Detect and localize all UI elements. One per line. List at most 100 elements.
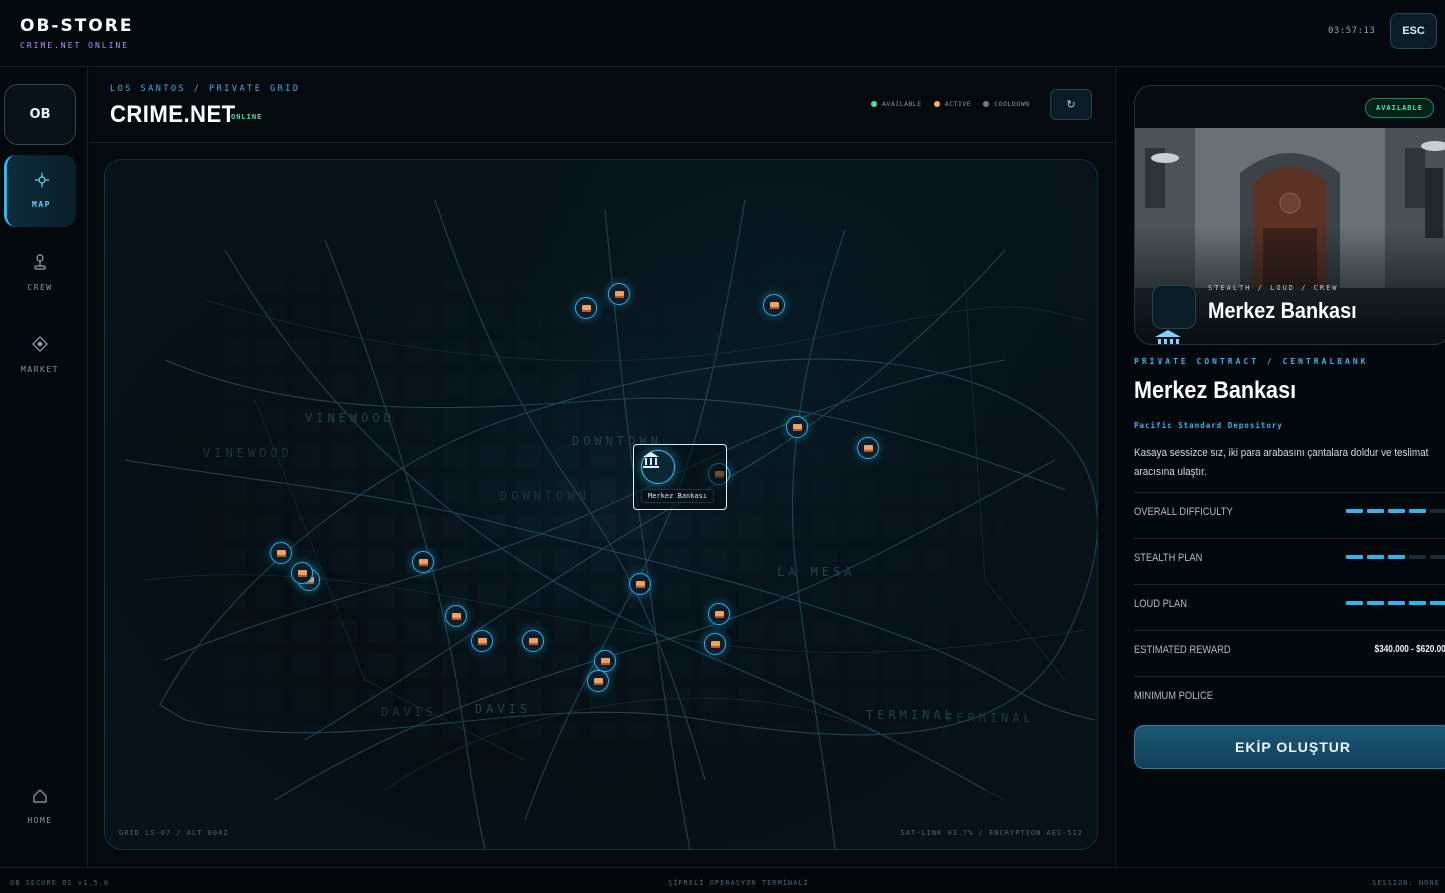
stat-label: ESTIMATED REWARD bbox=[1134, 644, 1231, 656]
status-dot-icon bbox=[871, 101, 877, 107]
map-background bbox=[105, 160, 1097, 849]
meter-segment bbox=[1346, 601, 1363, 605]
heist-description: Kasaya sessizce sız, iki para arabasını … bbox=[1134, 447, 1429, 478]
legend-cooldown: COOLDOWN bbox=[983, 100, 1029, 108]
clock: 03:57:13 bbox=[1328, 26, 1376, 36]
meter-segment bbox=[1367, 509, 1384, 513]
meter-segment bbox=[1367, 601, 1384, 605]
meter-segment bbox=[1430, 555, 1445, 559]
heist-marker[interactable] bbox=[704, 633, 726, 655]
chest-icon bbox=[614, 290, 624, 298]
stat-label: LOUD PLAN bbox=[1134, 598, 1188, 610]
brand: OB-STORE CRIME.NET ONLINE bbox=[20, 16, 133, 50]
stat-label: OVERALL DIFFICULTY bbox=[1134, 506, 1233, 518]
esc-button[interactable]: ESC bbox=[1390, 13, 1437, 49]
session-status: SESSION: NONE bbox=[1372, 879, 1440, 887]
meter-segment bbox=[1430, 509, 1445, 513]
heist-marker[interactable] bbox=[608, 283, 630, 305]
create-crew-button[interactable]: EKİP OLUŞTUR bbox=[1134, 725, 1445, 769]
chest-icon bbox=[769, 301, 779, 309]
meter-segment bbox=[1409, 509, 1426, 513]
sidebar-item-market[interactable]: MARKET bbox=[4, 319, 76, 391]
difficulty-meter bbox=[1346, 509, 1445, 513]
legend-active: ACTIVE bbox=[933, 100, 971, 108]
selected-heist-marker[interactable]: Merkez Bankası bbox=[633, 444, 727, 510]
chest-icon bbox=[714, 610, 724, 618]
heist-mode-tags: STEALTH / LOUD / CREW bbox=[1208, 284, 1339, 292]
meter-segment bbox=[1388, 509, 1405, 513]
home-icon bbox=[33, 789, 47, 806]
heist-marker[interactable] bbox=[594, 650, 616, 672]
main-area: LOS SANTOS / PRIVATE GRID CRIME.NET ONLI… bbox=[89, 67, 1114, 867]
map-link-readout: SAT-LINK 93.7% / ENCRYPTION AES-512 bbox=[900, 829, 1083, 837]
heist-marker[interactable] bbox=[522, 630, 544, 652]
meter-segment bbox=[1430, 601, 1445, 605]
heist-marker[interactable] bbox=[763, 294, 785, 316]
stealth-meter bbox=[1346, 555, 1445, 559]
sidebar-item-home[interactable]: HOME bbox=[4, 771, 76, 843]
sidebar-logo[interactable]: OB bbox=[4, 84, 76, 145]
chest-icon bbox=[528, 637, 538, 645]
meter-segment bbox=[1409, 555, 1426, 559]
top-bar: OB-STORE CRIME.NET ONLINE 03:57:13 ESC bbox=[0, 0, 1445, 67]
sidebar-item-crew[interactable]: CREW bbox=[4, 237, 76, 309]
heist-marker[interactable] bbox=[587, 670, 609, 692]
heist-marker[interactable] bbox=[412, 551, 434, 573]
selected-heist-label: Merkez Bankası bbox=[641, 489, 715, 503]
stat-label: MINIMUM POLICE bbox=[1134, 690, 1213, 702]
heist-title: Merkez Bankası bbox=[1134, 377, 1297, 404]
heist-subtitle: Pacific Standard Depository bbox=[1134, 421, 1283, 430]
terminal-label: ŞİFRELİ OPERASYON TERMİNALİ bbox=[668, 879, 809, 887]
sidebar-item-label: MARKET bbox=[21, 365, 59, 374]
bank-icon bbox=[641, 450, 675, 484]
district-label: TERMINAL bbox=[866, 708, 956, 722]
heist-marker[interactable] bbox=[629, 573, 651, 595]
chest-icon bbox=[581, 304, 591, 312]
status-dot-icon bbox=[983, 101, 990, 107]
chest-icon bbox=[418, 558, 428, 566]
district-label: DOWNTOWN bbox=[500, 489, 590, 503]
sidebar: OB MAP CREW MARKET HOME bbox=[0, 67, 88, 867]
chest-icon bbox=[593, 677, 603, 685]
header-divider bbox=[89, 142, 1114, 143]
heist-marker[interactable] bbox=[857, 437, 879, 459]
joystick-icon bbox=[33, 254, 47, 273]
hero-title: Merkez Bankası bbox=[1208, 298, 1357, 323]
chest-icon bbox=[276, 549, 286, 557]
heist-marker[interactable] bbox=[291, 562, 313, 584]
contract-label: PRIVATE CONTRACT / CENTRALBANK bbox=[1134, 357, 1369, 366]
chest-icon bbox=[635, 580, 645, 588]
diamond-icon bbox=[32, 336, 48, 355]
chest-icon bbox=[451, 612, 461, 620]
chest-icon bbox=[477, 637, 487, 645]
chest-icon bbox=[600, 657, 610, 665]
sidebar-item-map[interactable]: MAP bbox=[4, 155, 76, 227]
district-label: VINEWOOD bbox=[203, 446, 293, 460]
brand-title: OB-STORE bbox=[20, 16, 134, 36]
heist-detail-panel: AVAILABLE STEALTH / LOUD / CREW Merkez B… bbox=[1115, 67, 1445, 867]
meter-segment bbox=[1346, 555, 1363, 559]
heist-marker[interactable] bbox=[786, 416, 808, 438]
district-label: VINEWOOD bbox=[305, 411, 395, 425]
loud-meter bbox=[1346, 601, 1445, 605]
chest-icon bbox=[710, 640, 720, 648]
heist-marker[interactable] bbox=[575, 297, 597, 319]
heist-marker[interactable] bbox=[270, 542, 292, 564]
os-version: OB SECURE OS v1.5.0 bbox=[10, 879, 110, 887]
map-grid-readout: GRID LS-07 / ALT 0042 bbox=[119, 829, 229, 837]
legend-available: AVAILABLE bbox=[871, 100, 922, 108]
heist-marker[interactable] bbox=[471, 630, 493, 652]
heist-marker[interactable] bbox=[708, 603, 730, 625]
status-dot-icon bbox=[933, 101, 940, 107]
district-label: DAVIS bbox=[381, 705, 438, 719]
breadcrumb: LOS SANTOS / PRIVATE GRID bbox=[110, 84, 301, 94]
district-label: LA MESA bbox=[777, 565, 856, 579]
status-badge: AVAILABLE bbox=[1365, 98, 1434, 118]
brand-subtitle: CRIME.NET ONLINE bbox=[20, 41, 130, 50]
reward-value: $340.000 - $620.000 bbox=[1374, 644, 1445, 655]
page-title: CRIME.NET bbox=[110, 101, 236, 128]
city-map[interactable]: VINEWOOD VINEWOOD DOWNTOWN DOWNTOWN LA M… bbox=[104, 159, 1098, 850]
heist-marker[interactable] bbox=[445, 605, 467, 627]
bank-icon bbox=[1152, 285, 1196, 344]
refresh-button[interactable]: ↻ bbox=[1050, 89, 1092, 120]
